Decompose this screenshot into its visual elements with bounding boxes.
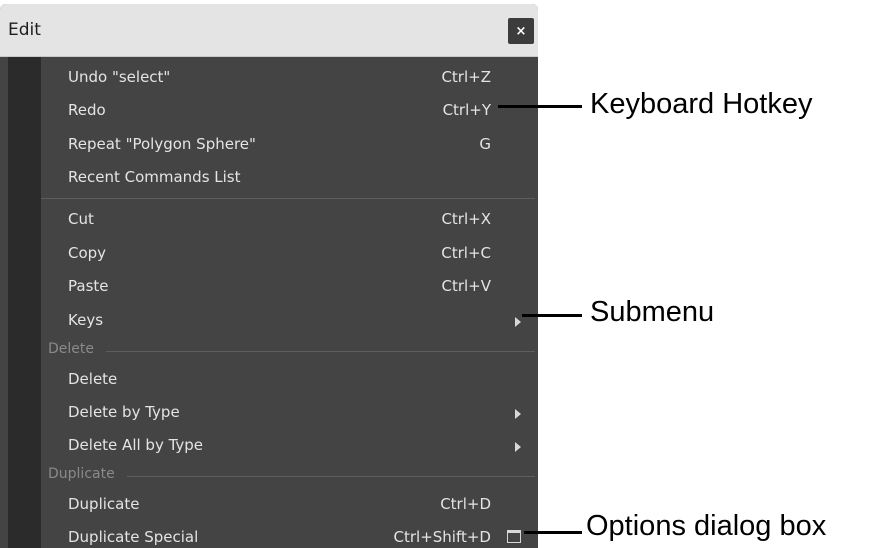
options-box-icon[interactable]: [507, 530, 521, 543]
submenu-callout-line: [522, 314, 582, 317]
menu-item-duplicate[interactable]: Duplicate Ctrl+D: [41, 489, 538, 522]
menu-item-label: Undo "select": [68, 68, 171, 86]
menu-item-undo[interactable]: Undo "select" Ctrl+Z: [41, 62, 538, 95]
menu-item-delete[interactable]: Delete: [41, 364, 538, 397]
section-label: Duplicate: [48, 466, 127, 482]
close-icon: ×: [515, 23, 527, 39]
menu-item-label: Delete All by Type: [68, 436, 204, 454]
menu-item-delete-by-type[interactable]: Delete by Type: [41, 397, 538, 430]
menu-item-copy[interactable]: Copy Ctrl+C: [41, 238, 538, 271]
title-bar[interactable]: Edit ×: [0, 4, 538, 57]
menu-item-hotkey: G: [479, 135, 491, 153]
menu-item-label: Redo: [68, 101, 106, 119]
options-callout-label: Options dialog box: [586, 510, 827, 542]
submenu-arrow-icon: [515, 317, 521, 327]
window-title: Edit: [8, 20, 41, 40]
section-divider: [48, 351, 535, 352]
options-callout-line: [524, 531, 582, 534]
menu-item-repeat[interactable]: Repeat "Polygon Sphere" G: [41, 129, 538, 162]
menu-item-label: Duplicate Special: [68, 528, 199, 546]
menu-item-redo[interactable]: Redo Ctrl+Y: [41, 95, 538, 128]
menu-item-label: Duplicate: [68, 495, 140, 513]
submenu-arrow-icon: [515, 442, 521, 452]
section-header-delete: Delete: [41, 341, 535, 361]
section-header-duplicate: Duplicate: [41, 466, 535, 486]
menu-icon-strip: [8, 57, 41, 548]
menu-item-hotkey: Ctrl+Shift+D: [393, 528, 491, 546]
menu-item-keys[interactable]: Keys: [41, 305, 538, 338]
menu-item-hotkey: Ctrl+X: [441, 210, 491, 228]
menu-item-cut[interactable]: Cut Ctrl+X: [41, 204, 538, 237]
hotkey-callout-line: [498, 105, 582, 108]
menu-item-label: Recent Commands List: [68, 168, 241, 186]
menu-separator: [41, 198, 535, 199]
submenu-callout-label: Submenu: [590, 296, 715, 328]
menu-item-label: Copy: [68, 244, 107, 262]
hotkey-callout-label: Keyboard Hotkey: [590, 88, 813, 120]
menu-item-label: Delete by Type: [68, 403, 180, 421]
menu-item-delete-all-by-type[interactable]: Delete All by Type: [41, 430, 538, 463]
menu-item-label: Paste: [68, 277, 109, 295]
menu-body: Undo "select" Ctrl+Z Redo Ctrl+Y Repeat …: [0, 57, 538, 548]
submenu-arrow-icon: [515, 409, 521, 419]
menu-item-paste[interactable]: Paste Ctrl+V: [41, 271, 538, 304]
menu-item-label: Delete: [68, 370, 118, 388]
menu-item-duplicate-special[interactable]: Duplicate Special Ctrl+Shift+D: [41, 522, 538, 548]
edit-menu-window: Edit × Undo "select" Ctrl+Z Redo Ctrl+Y …: [0, 4, 538, 548]
menu-item-label: Cut: [68, 210, 94, 228]
menu-item-label: Repeat "Polygon Sphere": [68, 135, 256, 153]
menu-item-label: Keys: [68, 311, 104, 329]
menu-item-hotkey: Ctrl+V: [441, 277, 491, 295]
section-label: Delete: [48, 341, 106, 357]
close-button[interactable]: ×: [508, 18, 534, 44]
menu-item-recent-commands[interactable]: Recent Commands List: [41, 162, 538, 195]
menu-item-hotkey: Ctrl+D: [440, 495, 491, 513]
menu-item-hotkey: Ctrl+Z: [441, 68, 491, 86]
menu-item-hotkey: Ctrl+Y: [442, 101, 491, 119]
menu-item-hotkey: Ctrl+C: [441, 244, 491, 262]
